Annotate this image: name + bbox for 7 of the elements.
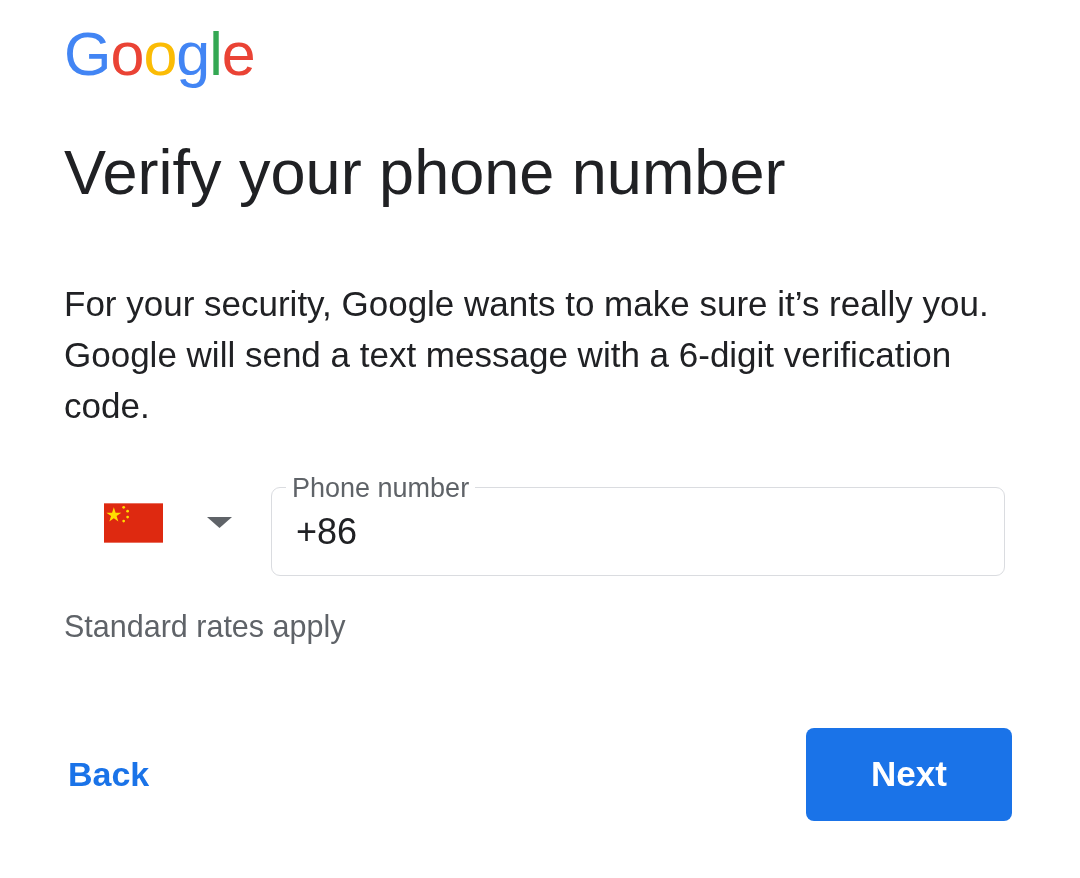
back-link[interactable]: Back (64, 748, 154, 800)
flag-icon (104, 502, 163, 543)
hint-text: Standard rates apply (64, 607, 346, 644)
description-text: For your security, Google wants to make sure it’s really you. Google will send a text message with a 6-digit verification code. (64, 282, 990, 427)
next-button[interactable]: Next (806, 727, 1012, 821)
page-title: Verify your phone number (64, 136, 786, 209)
caret-icon (207, 517, 232, 529)
